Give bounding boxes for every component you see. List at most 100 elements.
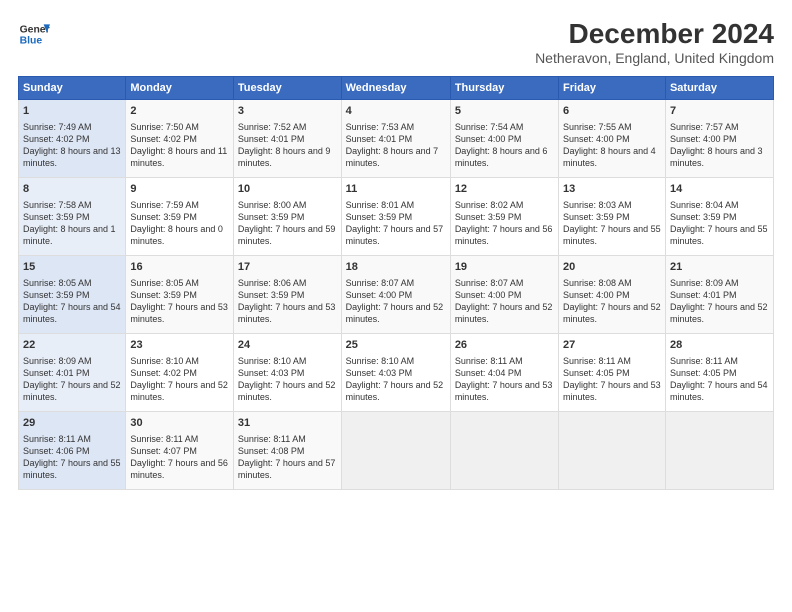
daylight-label: Daylight: 7 hours and 57 minutes. [346,224,444,246]
day-number: 5 [455,104,554,119]
day-number: 29 [23,416,121,431]
svg-text:Blue: Blue [20,36,43,47]
calendar-cell: 5Sunrise: 7:54 AMSunset: 4:00 PMDaylight… [450,100,558,178]
sunset: Sunset: 4:00 PM [670,134,737,144]
calendar-cell: 4Sunrise: 7:53 AMSunset: 4:01 PMDaylight… [341,100,450,178]
daylight-label: Daylight: 7 hours and 55 minutes. [563,224,661,246]
daylight-label: Daylight: 7 hours and 53 minutes. [238,302,336,324]
calendar-cell: 2Sunrise: 7:50 AMSunset: 4:02 PMDaylight… [126,100,234,178]
daylight-label: Daylight: 8 hours and 7 minutes. [346,146,439,168]
sunset: Sunset: 4:03 PM [238,368,305,378]
calendar-cell [665,412,773,490]
day-number: 1 [23,104,121,119]
daylight-label: Daylight: 7 hours and 53 minutes. [563,380,661,402]
daylight-label: Daylight: 8 hours and 3 minutes. [670,146,763,168]
sunrise: Sunrise: 8:05 AM [130,278,199,288]
sunset: Sunset: 4:07 PM [130,446,197,456]
daylight-label: Daylight: 7 hours and 52 minutes. [23,380,121,402]
daylight-label: Daylight: 7 hours and 56 minutes. [130,458,228,480]
calendar-cell: 9Sunrise: 7:59 AMSunset: 3:59 PMDaylight… [126,178,234,256]
header: General Blue December 2024 Netheravon, E… [18,18,774,66]
calendar-header-tuesday: Tuesday [233,77,341,100]
calendar-week-1: 1 Sunrise: 7:49 AM Sunset: 4:02 PM Daylight… [19,100,774,178]
sunrise: Sunrise: 8:07 AM [455,278,524,288]
calendar-cell: 3Sunrise: 7:52 AMSunset: 4:01 PMDaylight… [233,100,341,178]
calendar-cell [559,412,666,490]
calendar-cell [341,412,450,490]
sunrise: Sunrise: 8:11 AM [563,356,631,366]
calendar-cell: 20Sunrise: 8:08 AMSunset: 4:00 PMDayligh… [559,256,666,334]
calendar-cell: 30Sunrise: 8:11 AMSunset: 4:07 PMDayligh… [126,412,234,490]
sunset: Sunset: 4:02 PM [130,134,197,144]
sunrise: Sunrise: 8:07 AM [346,278,415,288]
calendar-header-wednesday: Wednesday [341,77,450,100]
calendar-week-4: 22Sunrise: 8:09 AMSunset: 4:01 PMDayligh… [19,334,774,412]
calendar-cell: 24 Sunrise: 8:10 AM Sunset: 4:03 PM Dayligh… [233,334,341,412]
calendar-cell: 6Sunrise: 7:55 AMSunset: 4:00 PMDaylight… [559,100,666,178]
daylight-label: Daylight: 7 hours and 52 minutes. [346,380,444,402]
sunset: Sunset: 3:59 PM [563,212,630,222]
calendar-cell: 29Sunrise: 8:11 AMSunset: 4:06 PMDayligh… [19,412,126,490]
sunset: Sunset: 3:59 PM [238,290,305,300]
day-number: 19 [455,260,554,275]
day-number: 20 [563,260,661,275]
sunset: Sunset: 3:59 PM [130,212,197,222]
calendar-cell: 31Sunrise: 8:11 AMSunset: 4:08 PMDayligh… [233,412,341,490]
calendar-cell: 18Sunrise: 8:07 AMSunset: 4:00 PMDayligh… [341,256,450,334]
title-block: December 2024 Netheravon, England, Unite… [535,18,774,66]
sunset: Sunset: 4:06 PM [23,446,90,456]
sunset: Sunset: 4:01 PM [670,290,737,300]
day-number: 17 [238,260,337,275]
sunrise: Sunrise: 8:10 AM [238,356,307,366]
calendar-cell: 11Sunrise: 8:01 AMSunset: 3:59 PMDayligh… [341,178,450,256]
sunset: Sunset: 3:59 PM [670,212,737,222]
calendar-header-friday: Friday [559,77,666,100]
sunrise: Sunrise: 8:04 AM [670,200,739,210]
sunrise: Sunrise: 7:49 AM [23,122,92,132]
calendar-cell: 10Sunrise: 8:00 AMSunset: 3:59 PMDayligh… [233,178,341,256]
calendar-cell: 25Sunrise: 8:10 AMSunset: 4:03 PMDayligh… [341,334,450,412]
sunset: Sunset: 3:59 PM [346,212,413,222]
day-number: 16 [130,260,229,275]
calendar-week-2: 8Sunrise: 7:58 AMSunset: 3:59 PMDaylight… [19,178,774,256]
calendar-week-3: 15Sunrise: 8:05 AMSunset: 3:59 PMDayligh… [19,256,774,334]
calendar-table: SundayMondayTuesdayWednesdayThursdayFrid… [18,76,774,490]
daylight-label: Daylight: 7 hours and 53 minutes. [455,380,553,402]
sunrise: Sunrise: 8:09 AM [23,356,92,366]
day-number: 18 [346,260,446,275]
sunrise: Sunrise: 7:57 AM [670,122,739,132]
daylight-label: Daylight: 8 hours and 0 minutes. [130,224,223,246]
day-number: 25 [346,338,446,353]
calendar-cell: 23Sunrise: 8:10 AMSunset: 4:02 PMDayligh… [126,334,234,412]
sunset: Sunset: 4:01 PM [238,134,305,144]
sunset: Sunset: 3:59 PM [130,290,197,300]
daylight-label: Daylight: 8 hours and 9 minutes. [238,146,331,168]
sunset: Sunset: 4:00 PM [563,290,630,300]
sunrise: Sunrise: 8:11 AM [130,434,198,444]
calendar-week-5: 29 Sunrise: 8:11 AM Sunset: 4:06 PM Dayligh… [19,412,774,490]
daylight-label: Daylight: 7 hours and 52 minutes. [238,380,336,402]
sunset: Sunset: 4:05 PM [670,368,737,378]
sunrise: Sunrise: 7:58 AM [23,200,92,210]
daylight-label: Daylight: 7 hours and 59 minutes. [238,224,336,246]
day-number: 13 [563,182,661,197]
day-number: 24 [238,338,337,353]
daylight-label: Daylight: 8 hours and 6 minutes. [455,146,548,168]
calendar-cell [450,412,558,490]
daylight-label: Daylight: 7 hours and 55 minutes. [670,224,768,246]
calendar-cell: 15Sunrise: 8:05 AMSunset: 3:59 PMDayligh… [19,256,126,334]
sunset: Sunset: 3:59 PM [455,212,522,222]
calendar-header-monday: Monday [126,77,234,100]
page: General Blue December 2024 Netheravon, E… [0,0,792,612]
sunrise: Sunrise: 8:08 AM [563,278,632,288]
day-number: 4 [346,104,446,119]
sunset: Sunset: 4:00 PM [455,134,522,144]
day-number: 2 [130,104,229,119]
page-title: December 2024 [535,18,774,50]
sunrise: Sunrise: 7:52 AM [238,122,307,132]
day-number: 22 [23,338,121,353]
daylight-label: Daylight: 7 hours and 57 minutes. [238,458,336,480]
day-number: 23 [130,338,229,353]
daylight-label: Daylight: 7 hours and 52 minutes. [455,302,553,324]
sunrise: Sunrise: 8:02 AM [455,200,524,210]
